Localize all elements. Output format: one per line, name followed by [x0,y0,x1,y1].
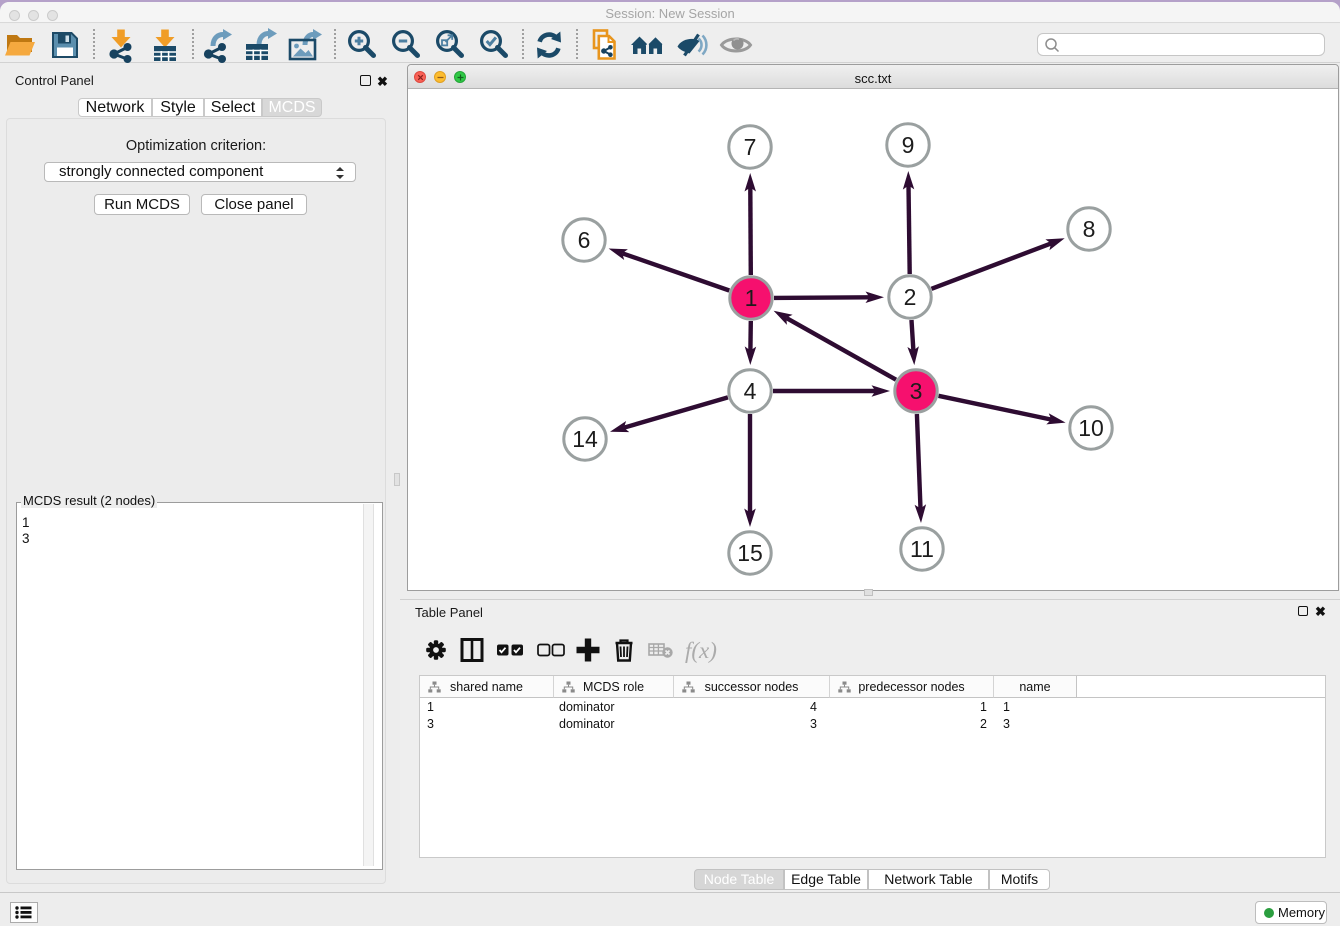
svg-text:9: 9 [902,132,915,158]
svg-text:6: 6 [578,227,591,253]
svg-text:7: 7 [744,134,757,160]
svg-text:11: 11 [910,536,934,562]
svg-text:2: 2 [904,284,917,310]
svg-text:f(x): f(x) [685,638,717,663]
svg-text:4: 4 [744,378,757,404]
svg-text:10: 10 [1078,415,1104,441]
svg-text:8: 8 [1083,216,1096,242]
svg-text:15: 15 [737,540,763,566]
svg-text:1: 1 [745,285,758,311]
svg-text:3: 3 [910,378,923,404]
svg-text:14: 14 [572,426,598,452]
